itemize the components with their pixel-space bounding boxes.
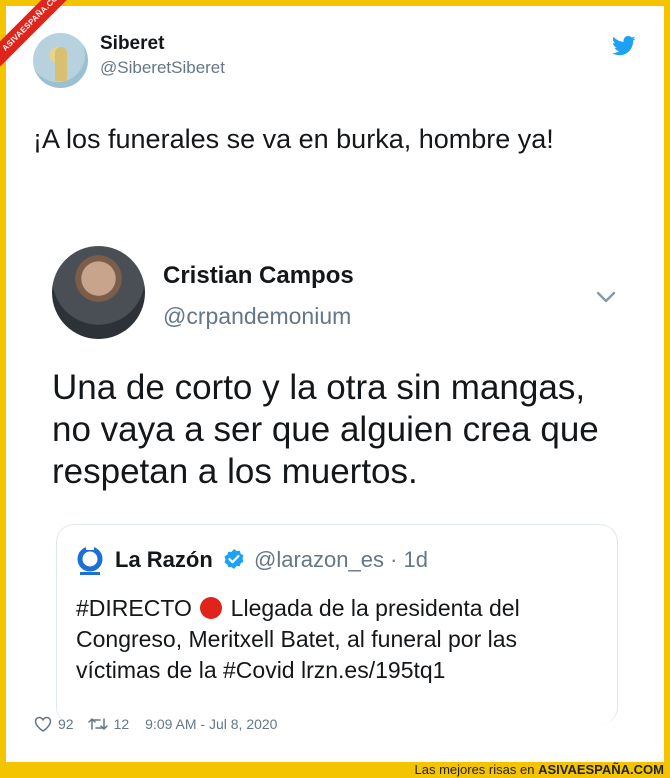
like-count[interactable]: 92 bbox=[58, 716, 74, 732]
footer-text[interactable]: Las mejores risas en ASIVAESPAÑA.COM bbox=[415, 762, 665, 778]
footer-bar: Las mejores risas en ASIVAESPAÑA.COM bbox=[0, 762, 670, 778]
quoted-tweet-text: #DIRECTO Llegada de la presidenta del Co… bbox=[76, 593, 596, 686]
embedded-author-handle: @crpandemonium bbox=[163, 303, 352, 329]
la-razon-logo-icon bbox=[77, 545, 103, 575]
embedded-author-name: Cristian Campos bbox=[163, 262, 354, 289]
footer-tagline: Las mejores risas en bbox=[414, 762, 535, 777]
tweet-footer: 92 12 9:09 AM - Jul 8, 2020 bbox=[34, 716, 277, 732]
footer-site-name[interactable]: ASIVAESPAÑA.COM bbox=[538, 762, 664, 777]
tweet-text: ¡A los funerales se va en burka, hombre … bbox=[33, 124, 554, 154]
verified-badge-icon bbox=[224, 549, 244, 569]
red-circle-icon bbox=[200, 597, 223, 619]
embedded-tweet-text: Una de corto y la otra sin mangas, no va… bbox=[52, 368, 599, 491]
embedded-avatar bbox=[52, 246, 145, 339]
retweet-count[interactable]: 12 bbox=[114, 716, 130, 732]
author-handle[interactable]: @SiberetSiberet bbox=[100, 58, 225, 78]
timestamp[interactable]: 9:09 AM - Jul 8, 2020 bbox=[145, 716, 277, 732]
chevron-down-icon bbox=[596, 291, 616, 303]
quoted-hashtag: #DIRECTO bbox=[76, 595, 192, 621]
avatar[interactable] bbox=[33, 33, 88, 88]
author-name[interactable]: Siberet bbox=[100, 33, 164, 55]
twitter-bird-icon[interactable] bbox=[612, 36, 636, 56]
retweet-icon[interactable] bbox=[87, 717, 108, 731]
quoted-author-name: La Razón bbox=[115, 547, 213, 572]
quoted-author-handle: @larazon_es · 1d bbox=[254, 547, 428, 572]
heart-icon[interactable] bbox=[34, 716, 52, 732]
